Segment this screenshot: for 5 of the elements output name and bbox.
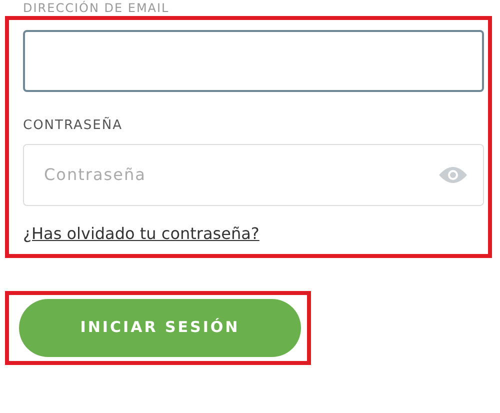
email-field[interactable] [23,30,484,92]
field-label: CONTRASEÑA [23,116,124,135]
forgot-password-link[interactable]: ¿Has olvidado tu contraseña? [23,224,260,242]
field-label: DIRECCIÓN DE EMAIL [23,1,170,15]
password-field[interactable]: Contraseña [23,144,484,206]
